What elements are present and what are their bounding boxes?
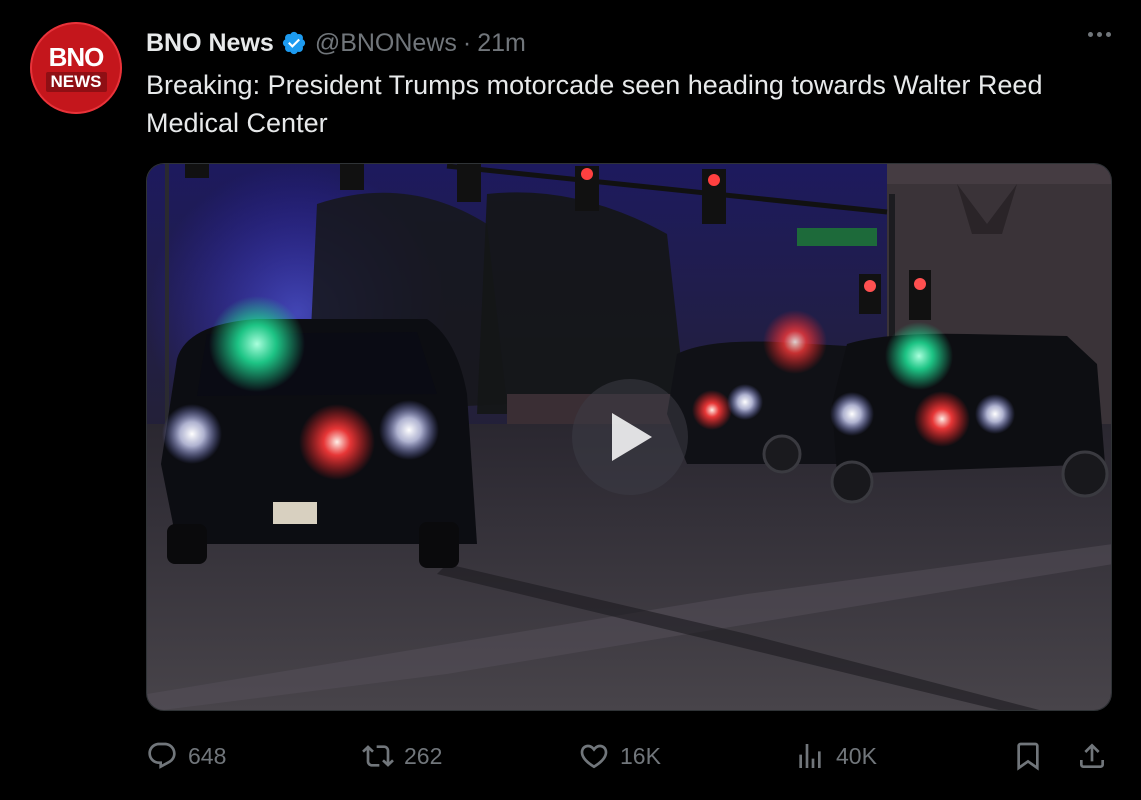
- more-dot: [1097, 32, 1102, 37]
- views-count: 40K: [836, 742, 877, 769]
- retweet-count: 262: [404, 742, 443, 769]
- avatar[interactable]: BNO NEWS: [30, 22, 122, 114]
- views-chart-icon: [799, 744, 821, 768]
- heart-icon: [580, 744, 608, 769]
- play-button[interactable]: [572, 379, 688, 495]
- retweet-icon: [362, 745, 394, 767]
- verified-badge-icon: [282, 31, 305, 55]
- tweet-text: Breaking: President Trumps motorcade see…: [146, 70, 1043, 138]
- reply-count: 648: [188, 742, 227, 769]
- share-icon: [1080, 743, 1104, 768]
- play-icon: [612, 413, 652, 461]
- bookmark-icon: [1017, 742, 1039, 771]
- reply-icon: [148, 742, 176, 769]
- share-button[interactable]: [1076, 732, 1118, 780]
- more-dot: [1088, 32, 1093, 37]
- like-button[interactable]: 16K: [578, 732, 661, 780]
- timestamp[interactable]: 21m: [477, 29, 526, 58]
- like-count: 16K: [620, 742, 661, 769]
- reply-button[interactable]: 648: [146, 732, 226, 780]
- views-button[interactable]: 40K: [794, 732, 877, 780]
- more-options-icon[interactable]: [1088, 32, 1111, 37]
- video-player[interactable]: [146, 163, 1112, 711]
- display-name[interactable]: BNO News: [146, 29, 274, 58]
- avatar-ring: [30, 22, 122, 114]
- user-handle[interactable]: @BNONews: [315, 29, 457, 58]
- bookmark-button[interactable]: [1012, 732, 1054, 780]
- tweet-header: BNO News @BNONews · 21m: [146, 26, 526, 60]
- separator-dot: ·: [462, 28, 472, 57]
- more-dot: [1106, 32, 1111, 37]
- tweet-actions: 648 262 16K 40K: [146, 732, 1112, 780]
- retweet-button[interactable]: 262: [362, 732, 442, 780]
